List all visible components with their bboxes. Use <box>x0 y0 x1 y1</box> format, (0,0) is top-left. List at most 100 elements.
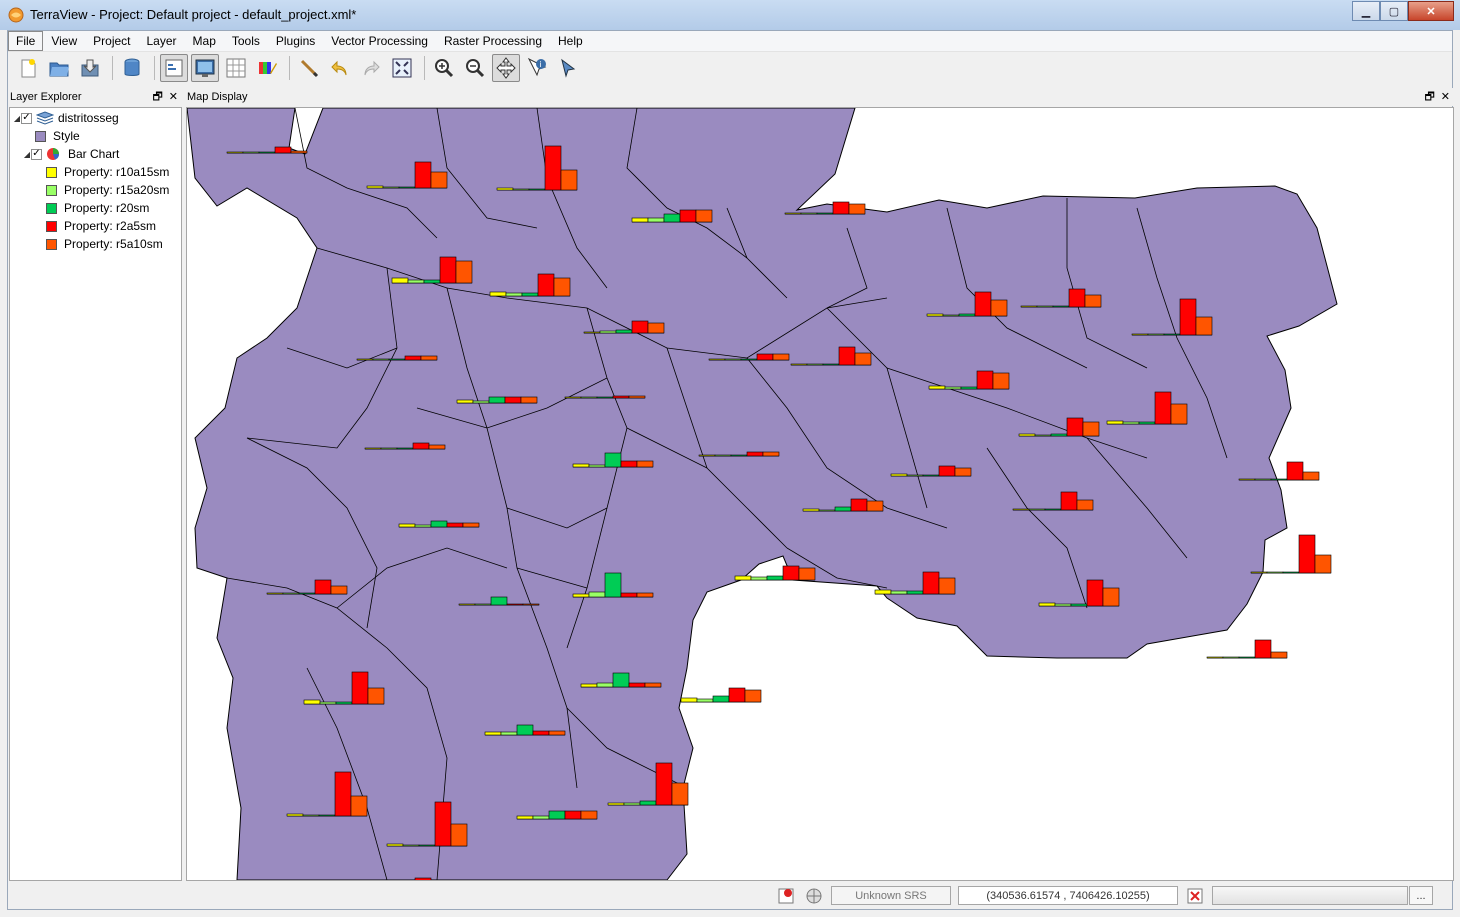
collapse-arrow-icon[interactable]: ◢ <box>13 114 21 123</box>
menu-project[interactable]: Project <box>85 32 138 50</box>
chart-bar <box>671 782 689 806</box>
style-explorer-button[interactable] <box>253 54 281 82</box>
menu-vector-processing[interactable]: Vector Processing <box>323 32 436 50</box>
chart-bar <box>488 396 506 404</box>
chart-bar <box>631 217 649 223</box>
pan-button[interactable] <box>492 54 520 82</box>
redo-icon <box>364 60 380 76</box>
chart-bar <box>714 454 732 457</box>
property-row[interactable]: Property: r2a5sm <box>46 217 156 235</box>
style-swatch <box>35 130 46 142</box>
menu-raster-processing[interactable]: Raster Processing <box>436 32 550 50</box>
chart-bar <box>1250 571 1268 574</box>
chart-bar <box>430 171 448 189</box>
info-button[interactable]: i <box>523 54 551 82</box>
chart-bar <box>822 363 840 366</box>
map-canvas[interactable] <box>186 107 1454 881</box>
chart-bar <box>522 603 540 606</box>
undo-icon <box>331 60 347 76</box>
zoom-in-button[interactable] <box>430 54 458 82</box>
property-row[interactable]: Property: r5a10sm <box>46 235 163 253</box>
add-database-button[interactable] <box>118 54 146 82</box>
chart-bar <box>724 358 742 361</box>
open-project-button[interactable] <box>45 54 73 82</box>
chart-bar <box>928 385 946 390</box>
chart-bar <box>636 592 654 598</box>
property-row[interactable]: Property: r20sm <box>46 199 149 217</box>
chart-bar <box>382 186 400 189</box>
chart-bar <box>695 209 713 223</box>
collapse-arrow-icon[interactable]: ◢ <box>23 150 31 159</box>
minimize-button[interactable]: ▁ <box>1352 1 1380 21</box>
chart-bar <box>834 506 852 512</box>
close-icon[interactable]: ✕ <box>169 88 178 106</box>
chart-bar <box>458 603 476 606</box>
maximize-button[interactable]: ▢ <box>1380 1 1408 21</box>
property-row[interactable]: Property: r10a15sm <box>46 163 169 181</box>
more-button[interactable]: ... <box>1409 886 1433 905</box>
close-icon[interactable]: ✕ <box>1441 88 1450 106</box>
cancel-icon <box>1187 888 1203 903</box>
chart-bar <box>580 396 598 399</box>
chart-bar <box>1131 333 1149 336</box>
select-button[interactable] <box>554 54 582 82</box>
chart-bar <box>854 352 872 366</box>
chart-bar <box>1106 420 1124 425</box>
menu-tools[interactable]: Tools <box>224 32 268 50</box>
chart-bar <box>1018 433 1036 437</box>
chart-bar <box>1084 294 1102 308</box>
menu-plugins[interactable]: Plugins <box>268 32 323 50</box>
grid-button[interactable] <box>222 54 250 82</box>
chart-visibility-checkbox[interactable]: ✓ <box>31 148 42 160</box>
save-project-button[interactable] <box>76 54 104 82</box>
menu-map[interactable]: Map <box>185 32 224 50</box>
chart-bar <box>521 292 539 297</box>
chart-bar <box>806 363 824 366</box>
float-icon[interactable]: 🗗 <box>1424 88 1434 106</box>
srs-display: Unknown SRS <box>831 886 951 905</box>
undo-button[interactable] <box>326 54 354 82</box>
menu-view[interactable]: View <box>43 32 85 50</box>
zoom-extent-button[interactable] <box>388 54 416 82</box>
chart-bar <box>380 447 398 450</box>
chart-bar <box>532 815 550 820</box>
chart-bar <box>604 452 622 468</box>
chart-label: Bar Chart <box>68 147 120 161</box>
chart-bar <box>314 579 332 595</box>
chart-bar <box>1070 603 1088 607</box>
new-project-button[interactable] <box>14 54 42 82</box>
chart-bar <box>298 592 316 595</box>
chart-bar <box>1254 478 1272 481</box>
menu-file[interactable]: File <box>8 31 44 51</box>
map-display-button[interactable] <box>191 54 219 82</box>
zoom-out-button[interactable] <box>461 54 489 82</box>
chart-bar <box>1270 478 1288 481</box>
window-title: TerraView - Project: Default project - d… <box>30 7 357 22</box>
style-row[interactable]: Style <box>35 127 80 145</box>
menu-layer[interactable]: Layer <box>139 32 185 50</box>
chart-bar <box>612 672 630 688</box>
layer-row[interactable]: ◢ ✓ distritosseg <box>13 109 119 127</box>
chart-bar <box>992 372 1010 390</box>
map-display-title: Map Display <box>187 91 248 103</box>
float-icon[interactable]: 🗗 <box>152 88 162 106</box>
chart-bar <box>942 314 960 317</box>
close-button[interactable]: ✕ <box>1408 1 1454 21</box>
menu-help[interactable]: Help <box>550 32 591 50</box>
property-row[interactable]: Property: r15a20sm <box>46 181 169 199</box>
redo-button[interactable] <box>357 54 385 82</box>
chart-bar <box>456 399 474 404</box>
srs-globe-button[interactable] <box>804 886 824 905</box>
draw-button[interactable] <box>295 54 323 82</box>
pan-icon <box>496 57 516 79</box>
chart-row[interactable]: ◢ ✓ Bar Chart <box>23 145 119 163</box>
layer-visibility-checkbox[interactable]: ✓ <box>21 112 32 124</box>
layer-explorer-button[interactable] <box>160 54 188 82</box>
stop-drawing-button[interactable] <box>776 886 796 905</box>
stop-drawing-icon-button[interactable] <box>1185 886 1205 905</box>
chart-glyph <box>1206 639 1288 659</box>
chart-bar <box>1068 288 1086 308</box>
zoom-out-icon <box>466 59 485 78</box>
chart-bar <box>890 590 908 595</box>
chart-bar <box>1050 433 1068 437</box>
